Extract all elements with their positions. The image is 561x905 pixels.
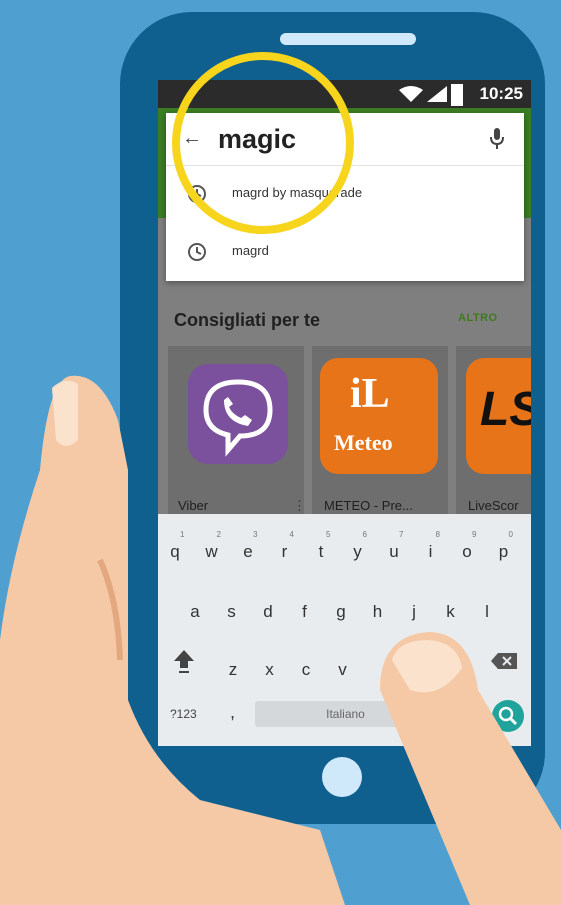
key-hint-number: 8 bbox=[435, 530, 440, 539]
more-link[interactable]: ALTRO bbox=[458, 312, 498, 324]
search-icon bbox=[498, 706, 518, 726]
search-key[interactable] bbox=[492, 700, 524, 732]
key-o[interactable]: o bbox=[456, 542, 478, 562]
app-card-meteo[interactable]: iL Meteo METEO - Pre... bbox=[312, 346, 448, 516]
home-button[interactable] bbox=[322, 757, 362, 797]
key-u[interactable]: u bbox=[383, 542, 405, 562]
key-k[interactable]: k bbox=[440, 602, 462, 622]
comma-key[interactable]: , bbox=[230, 702, 235, 723]
key-s[interactable]: s bbox=[221, 602, 243, 622]
key-h[interactable]: h bbox=[367, 602, 389, 622]
key-i[interactable]: i bbox=[420, 542, 442, 562]
key-l[interactable]: l bbox=[476, 602, 498, 622]
space-bar[interactable]: Italiano bbox=[255, 701, 436, 727]
key-q[interactable]: q bbox=[164, 542, 186, 562]
app-card-livescore[interactable]: LS LiveScor bbox=[456, 346, 531, 516]
key-j[interactable]: j bbox=[403, 602, 425, 622]
app-name: LiveScor bbox=[468, 498, 519, 513]
wifi-icon bbox=[399, 86, 423, 102]
app-card-viber[interactable]: Viber ⋮ bbox=[168, 346, 306, 516]
microphone-icon[interactable] bbox=[488, 127, 506, 151]
key-p[interactable]: p bbox=[493, 542, 515, 562]
key-t[interactable]: t bbox=[310, 542, 332, 562]
key-w[interactable]: w bbox=[201, 542, 223, 562]
suggestion-text: magrd bbox=[232, 243, 269, 258]
viber-icon bbox=[188, 364, 288, 464]
status-time: 10:25 bbox=[479, 84, 523, 103]
key-f[interactable]: f bbox=[294, 602, 316, 622]
highlight-circle bbox=[172, 52, 354, 234]
key-hint-number: 9 bbox=[472, 530, 477, 539]
key-y[interactable]: y bbox=[347, 542, 369, 562]
key-hint-number: 1 bbox=[180, 530, 185, 539]
battery-icon bbox=[451, 84, 463, 106]
key-hint-number: 4 bbox=[289, 530, 294, 539]
key-r[interactable]: r bbox=[274, 542, 296, 562]
key-e[interactable]: e bbox=[237, 542, 259, 562]
key-hint-number: 3 bbox=[253, 530, 258, 539]
symbols-key[interactable]: ?123 bbox=[170, 707, 197, 721]
livescore-icon: LS bbox=[466, 358, 531, 474]
key-hint-number: 7 bbox=[399, 530, 404, 539]
meteo-icon: iL Meteo bbox=[320, 358, 438, 474]
key-hint-number: 0 bbox=[508, 530, 513, 539]
suggestion-item[interactable]: magrd bbox=[166, 223, 524, 279]
app-name: Viber bbox=[178, 498, 209, 513]
key-hint-number: 2 bbox=[216, 530, 221, 539]
signal-icon bbox=[427, 86, 447, 102]
key-hint-number: 6 bbox=[362, 530, 367, 539]
section-title: Consigliati per te bbox=[174, 310, 321, 330]
keyboard: q 1 w 2 e 3 r 4 t 5 y 6 u 7 i 8 o 9 p 0 asdfghjkl zxcv ?123… bbox=[158, 514, 531, 746]
key-a[interactable]: a bbox=[184, 602, 206, 622]
phone-speaker bbox=[280, 33, 416, 45]
key-g[interactable]: g bbox=[330, 602, 352, 622]
more-vert-icon[interactable]: ⋮ bbox=[293, 498, 306, 514]
app-name: METEO - Pre... bbox=[324, 498, 413, 513]
key-v[interactable]: v bbox=[332, 660, 354, 680]
key-c[interactable]: c bbox=[295, 660, 317, 680]
key-hint-number: 5 bbox=[326, 530, 331, 539]
key-x[interactable]: x bbox=[259, 660, 281, 680]
key-z[interactable]: z bbox=[222, 660, 244, 680]
history-icon bbox=[188, 243, 206, 261]
key-d[interactable]: d bbox=[257, 602, 279, 622]
backspace-icon[interactable] bbox=[490, 652, 518, 670]
shift-icon[interactable] bbox=[172, 648, 196, 674]
